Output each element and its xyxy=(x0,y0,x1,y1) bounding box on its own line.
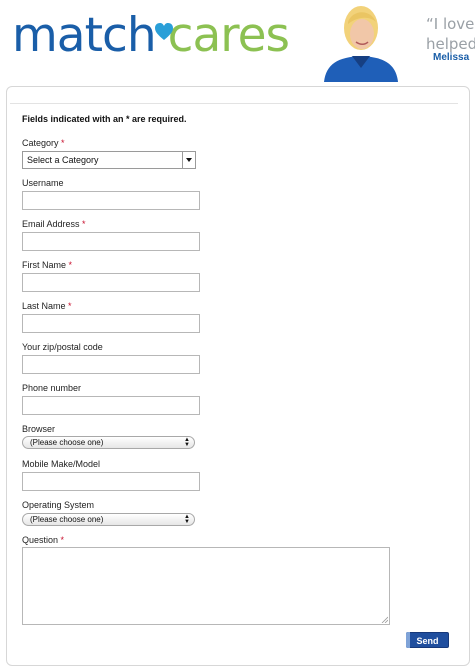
mobile-input[interactable] xyxy=(22,472,200,491)
updown-arrows-icon: ▲ ▼ xyxy=(184,437,190,448)
send-button-highlight xyxy=(406,632,410,648)
os-select[interactable]: (Please choose one) ▲ ▼ xyxy=(22,513,195,526)
zip-input[interactable] xyxy=(22,355,200,374)
email-label-text: Email Address xyxy=(22,219,80,229)
panel-divider xyxy=(10,103,458,104)
site-header: match cares “I love l helped Melissa xyxy=(0,0,475,84)
os-select-value: (Please choose one) xyxy=(30,515,104,524)
testimonial-quote: “I love l helped xyxy=(426,14,475,54)
required-marker: * xyxy=(61,138,65,148)
required-marker: * xyxy=(60,535,65,545)
browser-select[interactable]: (Please choose one) ▲ ▼ xyxy=(22,436,195,449)
browser-select-value: (Please choose one) xyxy=(30,438,104,447)
category-select[interactable]: Select a Category xyxy=(22,151,196,169)
required-marker: * xyxy=(68,260,73,270)
required-marker: * xyxy=(82,219,86,229)
logo-match-text: match xyxy=(12,8,157,63)
quote-line-1: “I love l xyxy=(426,15,475,33)
phone-label: Phone number xyxy=(22,383,82,393)
match-cares-logo[interactable]: match cares xyxy=(12,8,290,80)
question-label-text: Question xyxy=(22,535,59,545)
username-label: Username xyxy=(22,178,64,188)
first-name-label: First Name * xyxy=(22,260,72,270)
agent-photo xyxy=(318,2,404,82)
category-label-text: Category xyxy=(22,138,59,148)
resize-grip-icon[interactable] xyxy=(381,616,388,623)
updown-arrows-icon: ▲ ▼ xyxy=(184,514,190,525)
mobile-label: Mobile Make/Model xyxy=(22,459,101,469)
chevron-down-icon xyxy=(182,152,195,168)
email-label: Email Address * xyxy=(22,219,86,229)
quote-line-2: helped xyxy=(426,35,475,53)
heart-icon xyxy=(155,23,173,40)
last-name-label: Last Name * xyxy=(22,301,72,311)
question-label: Question * xyxy=(22,535,64,545)
first-name-input[interactable] xyxy=(22,273,200,292)
last-name-input[interactable] xyxy=(22,314,200,333)
phone-input[interactable] xyxy=(22,396,200,415)
last-name-label-text: Last Name xyxy=(22,301,66,311)
required-marker: * xyxy=(68,301,72,311)
testimonial-name: Melissa xyxy=(433,52,470,63)
os-label: Operating System xyxy=(22,500,95,510)
category-label: Category * xyxy=(22,138,65,148)
browser-label: Browser xyxy=(22,424,56,434)
required-fields-note: Fields indicated with an * are required. xyxy=(22,114,187,124)
zip-label: Your zip/postal code xyxy=(22,342,103,352)
logo-cares-text: cares xyxy=(167,8,290,63)
category-select-value: Select a Category xyxy=(27,155,99,165)
first-name-label-text: First Name xyxy=(22,260,67,270)
username-input[interactable] xyxy=(22,191,200,210)
send-button[interactable]: Send xyxy=(406,632,449,648)
question-textarea[interactable] xyxy=(22,547,390,625)
email-input[interactable] xyxy=(22,232,200,251)
